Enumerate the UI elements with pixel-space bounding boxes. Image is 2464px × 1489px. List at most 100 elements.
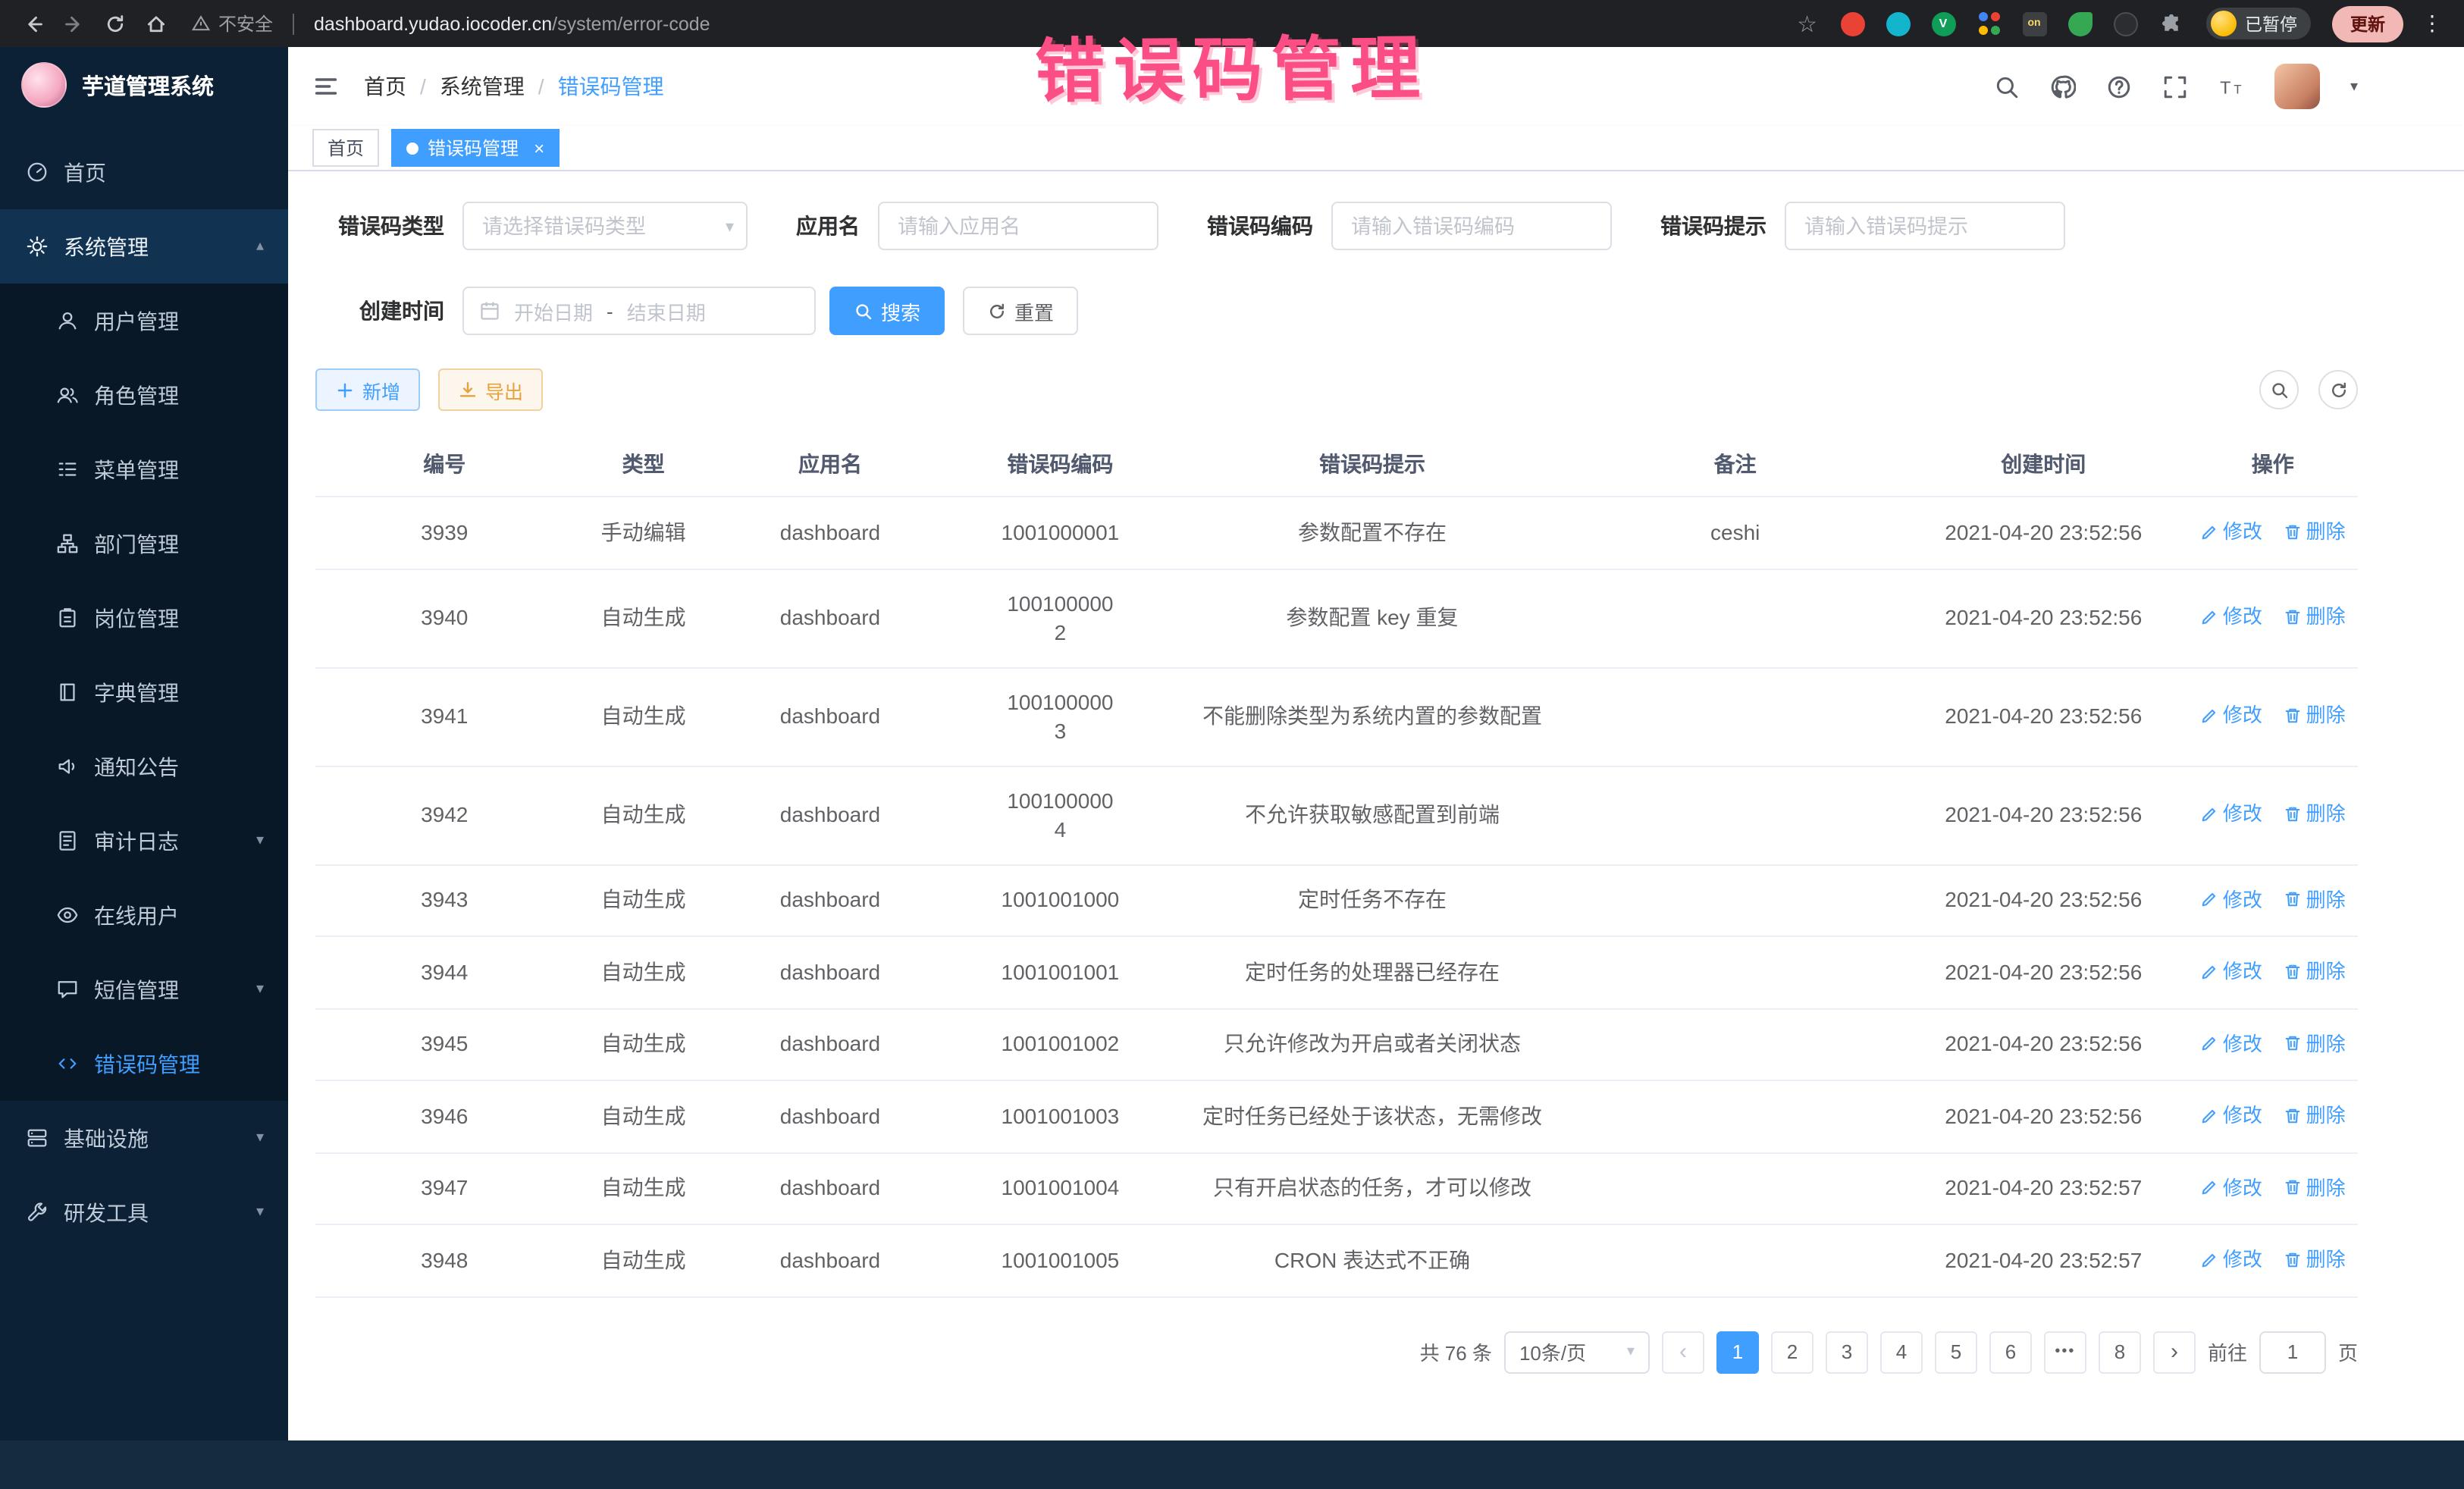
sidebar-item-online-users[interactable]: 在线用户 [0,878,288,952]
back-icon[interactable] [15,6,50,41]
site-security[interactable]: 不安全 [191,11,273,36]
bookmark-star-icon[interactable]: ☆ [1797,10,1817,37]
pencil-icon [2200,1034,2218,1052]
edit-link[interactable]: 修改 [2200,1029,2262,1058]
search-icon[interactable] [1994,74,2020,99]
extension-icon-v[interactable]: V [1931,11,1955,36]
forward-icon[interactable] [56,6,91,41]
extension-icon-grid[interactable] [1977,11,2001,36]
extensions-puzzle-icon[interactable] [2158,11,2183,36]
pager-page-6[interactable]: 6 [1989,1331,2032,1373]
app-logo[interactable]: 芋道管理系统 [0,47,288,123]
pager-page-3[interactable]: 3 [1826,1331,1868,1373]
extension-icon-red[interactable] [1840,11,1864,36]
sidebar-item-notice[interactable]: 通知公告 [0,729,288,804]
refresh-button[interactable] [2318,370,2358,409]
sidebar-toggle-icon[interactable] [312,73,340,100]
tag-error-code[interactable]: 错误码管理 × [391,129,560,167]
edit-link[interactable]: 修改 [2200,1245,2262,1274]
goto-label: 前往 [2208,1337,2247,1366]
breadcrumb-system[interactable]: 系统管理 [440,71,525,102]
pager-page-4[interactable]: 4 [1880,1331,1923,1373]
extension-icon-teal[interactable] [1886,11,1910,36]
extension-icon-on[interactable]: on [2022,11,2046,36]
search-button[interactable]: 搜索 [829,287,945,335]
delete-link[interactable]: 删除 [2284,957,2346,986]
start-date-placeholder: 开始日期 [514,296,593,325]
sidebar-item-system[interactable]: 系统管理 ▴ [0,209,288,284]
extension-icon-paw[interactable] [2113,11,2137,36]
add-button[interactable]: 新增 [315,368,420,411]
breadcrumb-home[interactable]: 首页 [364,71,406,102]
edit-link[interactable]: 修改 [2200,1173,2262,1202]
sidebar-item-departments[interactable]: 部门管理 [0,506,288,581]
browser-menu-icon[interactable]: ⋮ [2415,11,2449,36]
sidebar-item-sms[interactable]: 短信管理 ▾ [0,952,288,1027]
delete-link[interactable]: 删除 [2284,885,2346,914]
home-icon[interactable] [138,6,173,41]
reload-icon[interactable] [97,6,132,41]
sidebar-item-audit-log[interactable]: 审计日志 ▾ [0,804,288,878]
reset-button[interactable]: 重置 [963,287,1078,335]
page-size-select[interactable]: 10条/页 ▾ [1504,1331,1650,1373]
delete-link[interactable]: 删除 [2284,1029,2346,1058]
sidebar-item-error-code[interactable]: 错误码管理 [0,1027,288,1101]
browser-toolbar: 不安全 dashboard.yudao.iocoder.cn/system/er… [0,0,2464,47]
edit-link[interactable]: 修改 [2200,800,2262,829]
close-icon[interactable]: × [534,137,544,158]
edit-link[interactable]: 修改 [2200,517,2262,546]
pager-more[interactable]: ••• [2044,1331,2086,1373]
avatar-caret-icon[interactable]: ▾ [2350,78,2358,95]
col-type: 类型 [574,432,713,497]
error-message-input[interactable] [1785,202,2065,250]
sidebar-item-roles[interactable]: 角色管理 [0,358,288,432]
pager-prev[interactable]: ‹ [1662,1331,1704,1373]
sidebar-item-menus[interactable]: 菜单管理 [0,432,288,506]
extension-icon-leaf[interactable] [2067,11,2092,36]
sidebar-item-devtools[interactable]: 研发工具 ▾ [0,1175,288,1249]
edit-link[interactable]: 修改 [2200,1101,2262,1130]
app-name-input[interactable] [878,202,1158,250]
edit-link[interactable]: 修改 [2200,885,2262,914]
delete-link[interactable]: 删除 [2284,1173,2346,1202]
refresh-icon [987,301,1007,321]
sidebar-item-home[interactable]: 首页 [0,135,288,209]
logo-image [21,62,67,108]
toggle-search-button[interactable] [2259,370,2299,409]
user-avatar[interactable] [2274,64,2320,109]
pager-page-8[interactable]: 8 [2099,1331,2141,1373]
browser-update-button[interactable]: 更新 [2332,5,2403,42]
date-range-picker[interactable]: 开始日期 - 结束日期 [462,287,816,335]
font-size-icon[interactable]: TT [2218,74,2244,99]
edit-link[interactable]: 修改 [2200,701,2262,730]
fullscreen-icon[interactable] [2162,74,2188,99]
edit-link[interactable]: 修改 [2200,603,2262,632]
sidebar-item-infrastructure[interactable]: 基础设施 ▾ [0,1101,288,1175]
github-icon[interactable] [2050,74,2076,99]
delete-link[interactable]: 删除 [2284,701,2346,730]
error-type-select[interactable] [462,202,748,250]
help-icon[interactable] [2106,74,2132,99]
export-button[interactable]: 导出 [438,368,543,411]
profile-paused-badge[interactable]: 已暂停 [2205,8,2311,39]
delete-link[interactable]: 删除 [2284,1245,2346,1274]
edit-link[interactable]: 修改 [2200,957,2262,986]
sidebar-item-dictionary[interactable]: 字典管理 [0,655,288,729]
pager-page-1[interactable]: 1 [1716,1331,1759,1373]
sidebar-item-posts[interactable]: 岗位管理 [0,581,288,655]
delete-link[interactable]: 删除 [2284,517,2346,546]
address-bar[interactable]: dashboard.yudao.iocoder.cn/system/error-… [314,13,710,34]
error-code-input[interactable] [1331,202,1612,250]
table-row: 3941 自动生成 dashboard 100100000 3 不能删除类型为系… [315,667,2358,766]
sidebar-item-users[interactable]: 用户管理 [0,284,288,358]
delete-link[interactable]: 删除 [2284,603,2346,632]
col-message: 错误码提示 [1174,432,1572,497]
delete-link[interactable]: 删除 [2284,1101,2346,1130]
delete-link[interactable]: 删除 [2284,800,2346,829]
pager-page-5[interactable]: 5 [1935,1331,1977,1373]
pager-page-2[interactable]: 2 [1771,1331,1814,1373]
goto-page-input[interactable] [2259,1331,2326,1373]
tag-home[interactable]: 首页 [312,129,379,167]
pager-next[interactable]: › [2153,1331,2196,1373]
cell-id: 3939 [315,497,574,569]
